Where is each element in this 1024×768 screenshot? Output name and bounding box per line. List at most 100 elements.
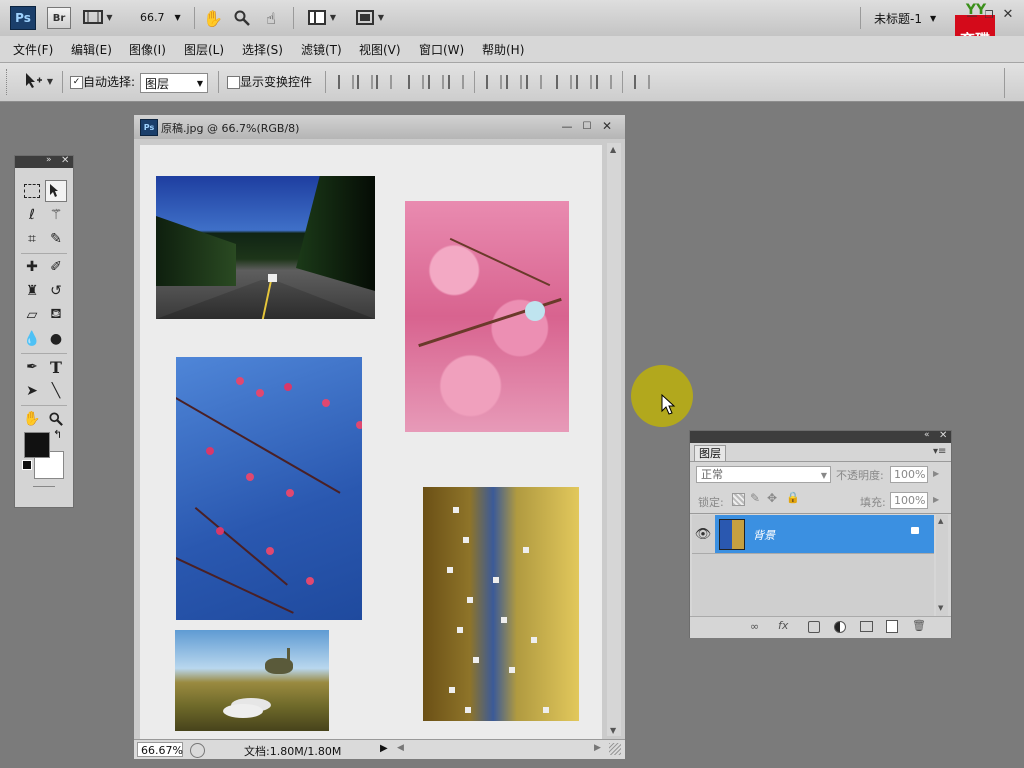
eraser-tool-icon[interactable]: ▱ bbox=[21, 304, 43, 326]
swap-colors-icon[interactable]: ↰ bbox=[53, 428, 62, 441]
status-info-icon[interactable] bbox=[190, 743, 205, 758]
new-layer-icon[interactable] bbox=[886, 620, 898, 633]
auto-align-layers-icon[interactable] bbox=[634, 75, 650, 89]
blend-mode-dropdown[interactable]: 正常 ▼ bbox=[696, 466, 831, 483]
workspace-switcher[interactable]: 未标题-1 ▼ bbox=[874, 10, 952, 26]
tab-layers[interactable]: 图层 bbox=[694, 445, 726, 462]
fill-slider-arrow-icon[interactable]: ▶ bbox=[933, 495, 939, 504]
distribute-bottom-icon[interactable] bbox=[526, 75, 542, 89]
delete-layer-icon[interactable]: 🗑 bbox=[912, 619, 926, 632]
hand-tool-icon[interactable]: ✋ bbox=[203, 8, 223, 28]
distribute-vertical-center-icon[interactable] bbox=[506, 75, 522, 89]
close-icon[interactable]: ✕ bbox=[600, 119, 614, 133]
paint-bucket-tool-icon[interactable]: ⛾ bbox=[45, 304, 67, 326]
scroll-right-icon[interactable]: ▶ bbox=[594, 743, 601, 753]
marquee-tool-icon[interactable] bbox=[21, 180, 43, 202]
scroll-left-icon[interactable]: ◀ bbox=[397, 743, 404, 753]
crop-tool-icon[interactable]: ⌗ bbox=[21, 228, 43, 250]
vertical-scrollbar[interactable]: ▲ ▼ bbox=[607, 143, 621, 736]
align-top-icon[interactable] bbox=[338, 75, 354, 89]
menu-edit[interactable]: 编辑(E) bbox=[71, 41, 112, 58]
distribute-left-icon[interactable] bbox=[556, 75, 572, 89]
zoom-tool-icon[interactable] bbox=[232, 8, 252, 28]
distribute-right-icon[interactable] bbox=[596, 75, 612, 89]
brush-tool-icon[interactable]: ✐ bbox=[45, 256, 67, 278]
layer-list-scrollbar[interactable]: ▲ ▼ bbox=[936, 515, 948, 616]
fill-input[interactable]: 100% bbox=[890, 492, 928, 509]
zoom-level-dropdown[interactable]: 66.7 ▼ bbox=[128, 8, 184, 26]
minimize-icon[interactable]: — bbox=[560, 119, 574, 133]
status-menu-arrow-icon[interactable]: ▶ bbox=[380, 743, 388, 754]
adjustment-layer-icon[interactable] bbox=[834, 621, 846, 633]
lock-all-icon[interactable]: 🔒 bbox=[786, 491, 800, 504]
scroll-down-icon[interactable]: ▼ bbox=[938, 604, 943, 612]
document-title-bar[interactable]: Ps 原稿.jpg @ 66.7%(RGB/8) — ☐ ✕ bbox=[134, 115, 625, 139]
menu-image[interactable]: 图像(I) bbox=[129, 41, 166, 58]
line-tool-icon[interactable]: ╲ bbox=[45, 380, 67, 402]
lock-image-pixels-icon[interactable]: ✎ bbox=[750, 491, 760, 505]
foreground-color-swatch[interactable] bbox=[24, 432, 50, 458]
align-bottom-icon[interactable] bbox=[376, 75, 392, 89]
menu-window[interactable]: 窗口(W) bbox=[419, 41, 464, 58]
magic-wand-tool-icon[interactable]: ⚚ bbox=[45, 204, 67, 226]
screen-mode-button[interactable]: ▼ bbox=[352, 8, 388, 26]
minimize-icon[interactable]: — bbox=[965, 8, 979, 22]
quick-mask-icon[interactable] bbox=[33, 486, 55, 487]
healing-brush-tool-icon[interactable]: ✚ bbox=[21, 256, 43, 278]
align-right-icon[interactable] bbox=[448, 75, 464, 89]
align-left-icon[interactable] bbox=[408, 75, 424, 89]
tools-panel-header[interactable]: » ✕ bbox=[15, 155, 73, 168]
opacity-slider-arrow-icon[interactable]: ▶ bbox=[933, 469, 939, 478]
layers-panel-header[interactable]: « ✕ bbox=[690, 430, 951, 443]
menu-filter[interactable]: 滤镜(T) bbox=[301, 41, 342, 58]
lasso-tool-icon[interactable]: ℓ bbox=[21, 204, 43, 226]
menu-layer[interactable]: 图层(L) bbox=[184, 41, 224, 58]
pen-tool-icon[interactable]: ✒ bbox=[21, 356, 43, 378]
panel-menu-icon[interactable]: ▾≡ bbox=[933, 446, 946, 457]
default-colors-icon[interactable] bbox=[22, 460, 32, 470]
lock-transparent-pixels-icon[interactable] bbox=[732, 493, 745, 506]
menu-select[interactable]: 选择(S) bbox=[242, 41, 283, 58]
path-selection-tool-icon[interactable]: ➤ bbox=[21, 380, 43, 402]
zoom-status-field[interactable]: 66.67% bbox=[137, 742, 183, 757]
add-mask-icon[interactable] bbox=[808, 621, 820, 633]
close-icon[interactable]: ✕ bbox=[1001, 7, 1015, 22]
menu-file[interactable]: 文件(F) bbox=[13, 41, 53, 58]
new-group-icon[interactable] bbox=[860, 621, 873, 632]
auto-select-target-dropdown[interactable]: 图层 ▼ bbox=[140, 73, 208, 93]
dodge-tool-icon[interactable]: ● bbox=[45, 328, 67, 350]
tool-preset-picker[interactable]: ▼ bbox=[18, 71, 58, 91]
zoom-tool-icon[interactable] bbox=[45, 408, 67, 430]
visibility-eye-icon[interactable]: 👁 bbox=[692, 515, 714, 553]
history-brush-tool-icon[interactable]: ↺ bbox=[45, 280, 67, 302]
collapse-icon[interactable]: » bbox=[46, 155, 52, 165]
clone-stamp-tool-icon[interactable]: ♜ bbox=[21, 280, 43, 302]
maximize-icon[interactable]: ☐ bbox=[580, 119, 594, 133]
distribute-horizontal-center-icon[interactable] bbox=[576, 75, 592, 89]
options-grip[interactable] bbox=[6, 69, 9, 95]
link-layers-icon[interactable]: ∞ bbox=[750, 620, 759, 633]
layer-style-fx-icon[interactable]: fx bbox=[778, 619, 788, 632]
view-extras-button[interactable]: ▼ bbox=[82, 8, 114, 26]
restore-icon[interactable]: ❐ bbox=[982, 8, 996, 22]
scroll-down-icon[interactable]: ▼ bbox=[610, 726, 616, 735]
distribute-top-icon[interactable] bbox=[486, 75, 502, 89]
scroll-up-icon[interactable]: ▲ bbox=[610, 145, 616, 154]
blur-tool-icon[interactable]: 💧 bbox=[21, 328, 43, 350]
close-icon[interactable]: ✕ bbox=[939, 430, 947, 441]
menu-view[interactable]: 视图(V) bbox=[359, 41, 401, 58]
arrange-documents-button[interactable]: ▼ bbox=[304, 8, 340, 26]
resize-grip-icon[interactable] bbox=[609, 743, 621, 755]
lock-position-icon[interactable]: ✥ bbox=[767, 491, 777, 505]
scroll-up-icon[interactable]: ▲ bbox=[938, 517, 943, 525]
auto-select-checkbox[interactable]: ✓ bbox=[70, 76, 83, 89]
layer-row-background[interactable]: 👁 背景 bbox=[692, 515, 934, 554]
eyedropper-tool-icon[interactable]: ✎ bbox=[45, 228, 67, 250]
document-canvas[interactable] bbox=[140, 145, 602, 740]
launch-bridge-button[interactable]: Br bbox=[47, 7, 71, 29]
collapse-icon[interactable]: « bbox=[924, 430, 930, 440]
move-tool-icon[interactable] bbox=[45, 180, 67, 202]
type-tool-icon[interactable]: T bbox=[45, 356, 67, 378]
opacity-input[interactable]: 100% bbox=[890, 466, 928, 483]
align-vertical-center-icon[interactable] bbox=[357, 75, 373, 89]
